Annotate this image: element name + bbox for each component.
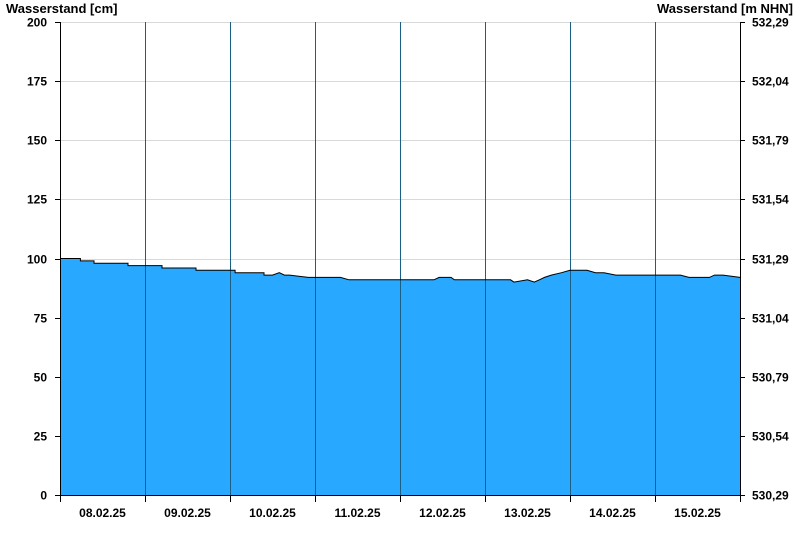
y-tick-label-right: 531,29 (752, 253, 789, 267)
y-tick-label-left: 100 (27, 253, 47, 267)
y-tick-label-left: 175 (27, 75, 47, 89)
y-tick-label-right: 530,29 (752, 489, 789, 503)
y-tick-label-left: 0 (40, 489, 47, 503)
y-tick-label-right: 530,54 (752, 430, 789, 444)
y-tick-label-left: 150 (27, 134, 47, 148)
y-tick-label-right: 530,79 (752, 371, 789, 385)
y-tick-label-right: 532,29 (752, 16, 789, 30)
x-tick-label: 15.02.25 (674, 506, 721, 520)
x-tick-label: 09.02.25 (164, 506, 211, 520)
y-tick-label-left: 200 (27, 16, 47, 30)
x-tick-label: 10.02.25 (249, 506, 296, 520)
x-tick-label: 14.02.25 (589, 506, 636, 520)
y-tick-label-left: 125 (27, 193, 47, 207)
y-tick-label-right: 532,04 (752, 75, 789, 89)
water-level-chart: 0 530,29 25 530,54 50 530,79 75 531,04 100 531,29… (27, 16, 789, 521)
x-tick-label: 13.02.25 (504, 506, 551, 520)
y-tick-label-right: 531,04 (752, 312, 789, 326)
x-tick-label: 11.02.25 (334, 506, 380, 520)
y-tick-label-right: 531,79 (752, 134, 789, 148)
x-tick-label: 08.02.25 (79, 506, 126, 520)
x-tick-label: 12.02.25 (419, 506, 466, 520)
y-tick-label-left: 75 (34, 312, 48, 326)
y-tick-label-right: 531,54 (752, 193, 789, 207)
y-tick-label-left: 25 (34, 430, 48, 444)
y-tick-label-left: 50 (34, 371, 48, 385)
